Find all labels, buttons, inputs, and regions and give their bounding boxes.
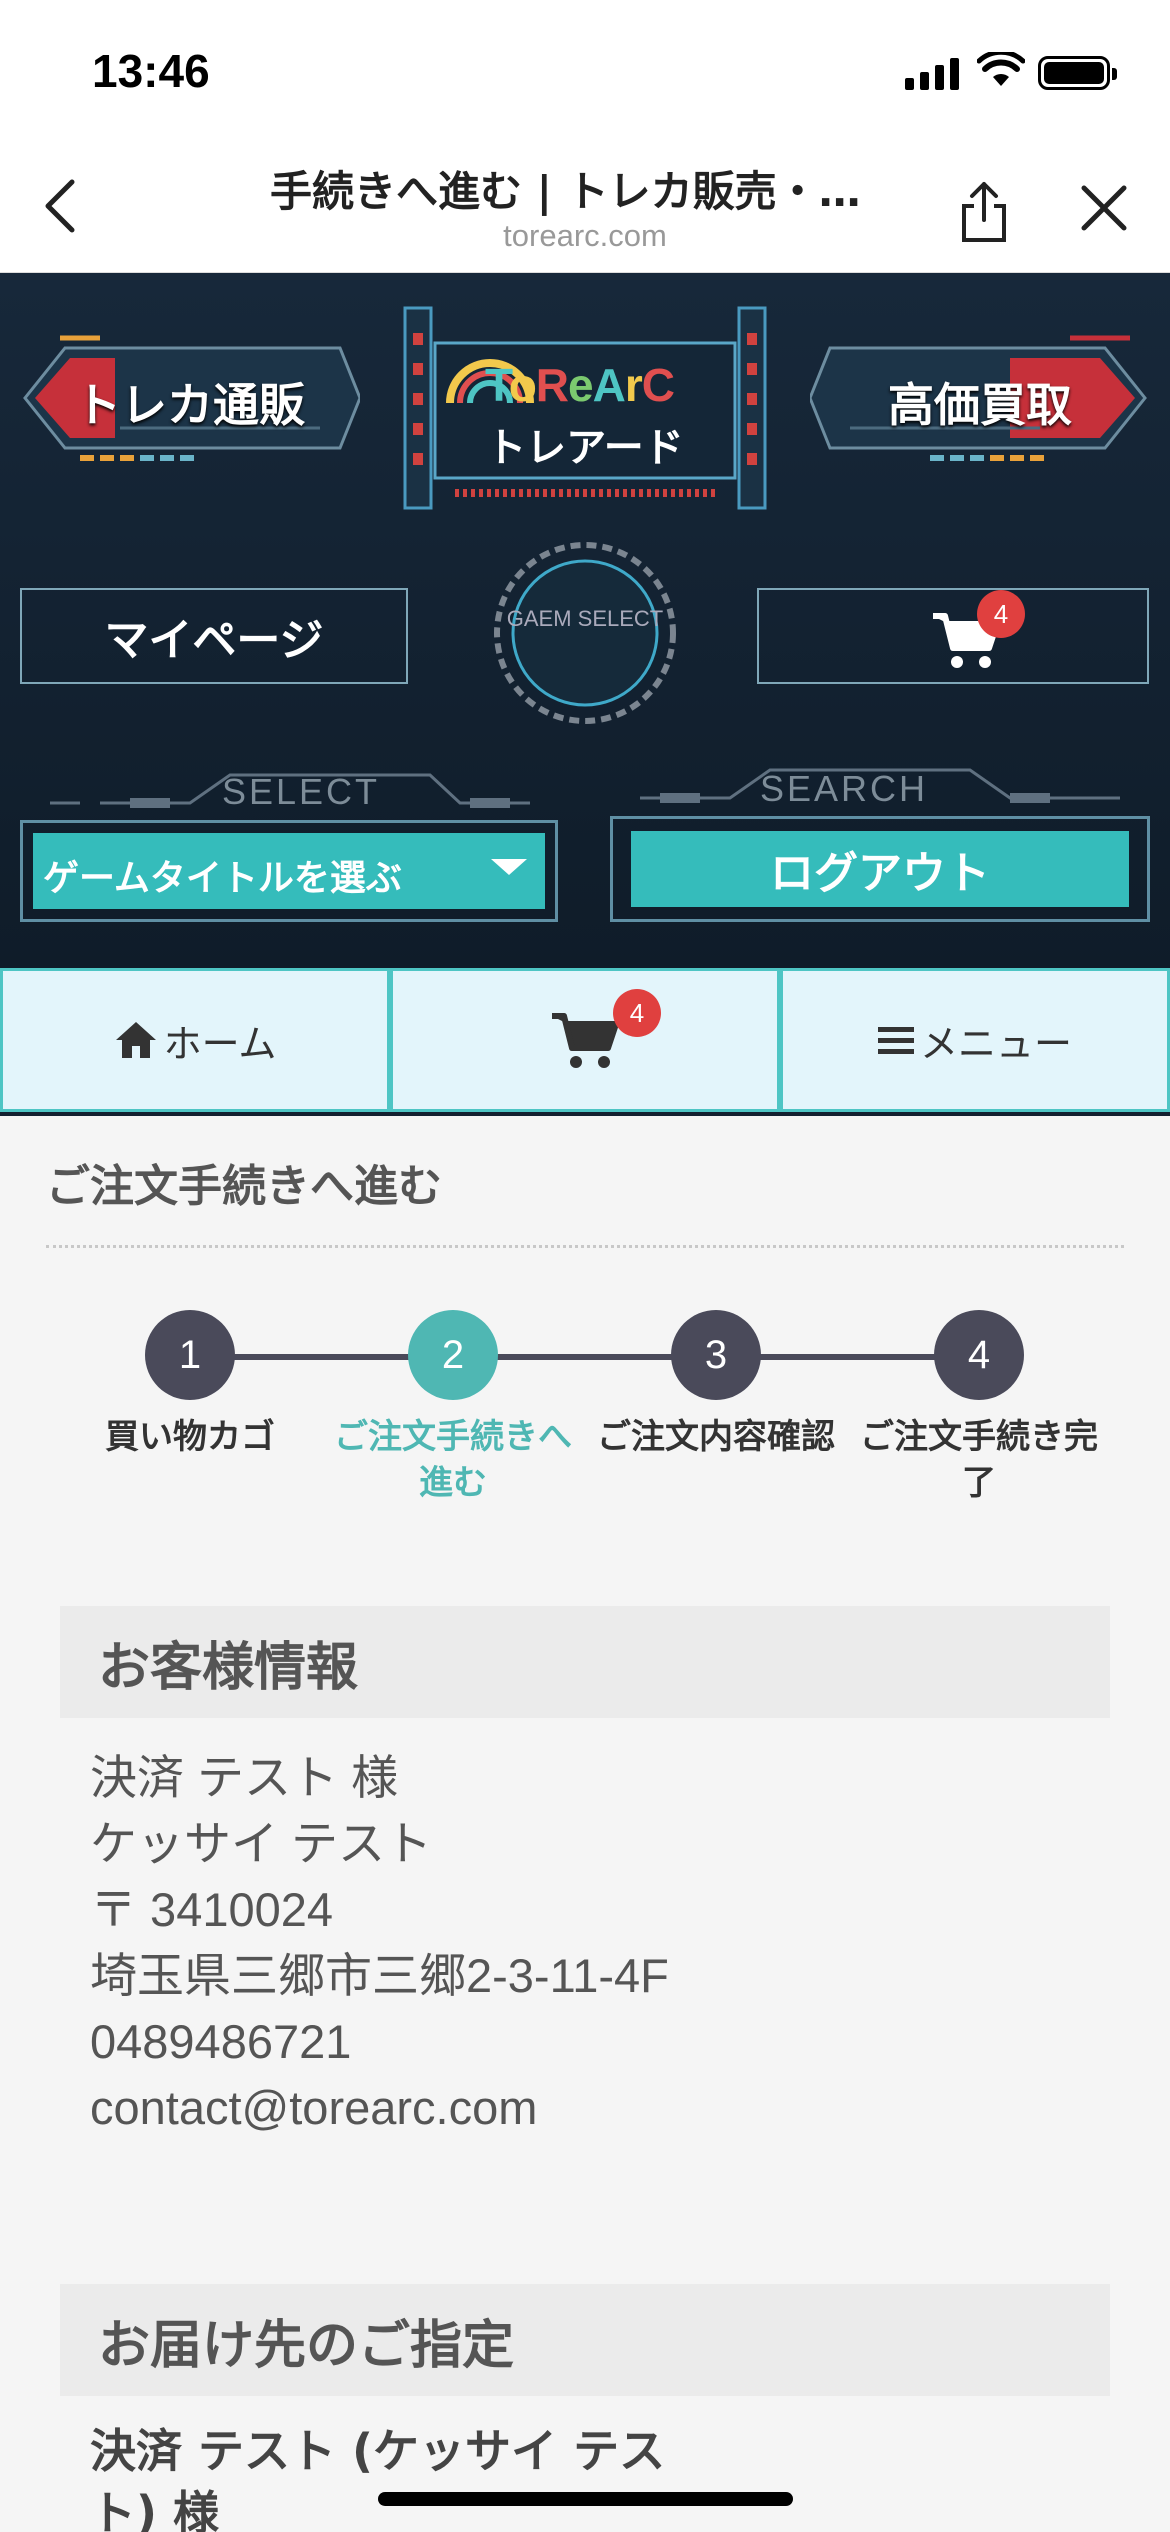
game-select-ring: [494, 542, 676, 724]
step-checkout: 2 ご注文手続きへ進む: [323, 1310, 583, 1506]
logo-subtitle: トレアード: [486, 425, 684, 471]
step-number: 4: [934, 1310, 1024, 1400]
site-logo[interactable]: ToReArC トレアード: [395, 303, 775, 518]
share-icon[interactable]: [958, 180, 1010, 244]
status-bar: 13:46: [0, 0, 1170, 140]
page-title: 手続きへ進む | トレカ販売・…: [270, 167, 861, 216]
status-time: 13:46: [92, 45, 210, 97]
step-complete: 4 ご注文手続き完了: [849, 1310, 1109, 1506]
nav-cart-count-badge: 4: [613, 989, 661, 1037]
browser-bar: 手続きへ進む | トレカ販売・… torearc.com: [0, 140, 1170, 273]
select-deco-label: SELECT: [222, 771, 381, 812]
game-select-label: GAEM SELECT: [506, 606, 664, 631]
customer-info: 決済 テスト 様 ケッサイ テスト 〒 3410024 埼玉県三郷市三郷2-3-…: [90, 1745, 669, 2141]
nav-home[interactable]: ホーム: [0, 968, 390, 1112]
step-label: ご注文手続きへ進む: [334, 1417, 572, 1503]
step-number: 1: [145, 1310, 235, 1400]
chevron-down-icon: [491, 859, 527, 875]
nav-menu-label: メニュー: [919, 1021, 1072, 1066]
home-indicator: [378, 2492, 793, 2506]
buyback-label: 高価買取: [888, 378, 1072, 432]
battery-icon: [1038, 56, 1117, 90]
logout-frame: ログアウト: [610, 816, 1150, 922]
customer-email: contact@torearc.com: [90, 2081, 538, 2134]
game-select-button[interactable]: GAEM SELECT: [490, 538, 680, 728]
tcg-shop-label: トレカ通販: [75, 378, 305, 432]
step-label: ご注文内容確認: [597, 1417, 835, 1457]
buyback-banner[interactable]: 高価買取: [808, 333, 1150, 463]
nav-cart[interactable]: 4: [390, 968, 780, 1112]
nav-home-label: ホーム: [163, 1021, 277, 1066]
cart-count-badge: 4: [977, 590, 1025, 638]
step-number: 2: [408, 1310, 498, 1400]
header-cart-button[interactable]: 4: [757, 588, 1149, 684]
game-title-select-value: ゲームタイトルを選ぶ: [43, 858, 402, 899]
divider: [46, 1245, 1124, 1248]
logo-word: ToReArC: [485, 359, 675, 411]
main-content: ご注文手続きへ進む 1 買い物カゴ 2 ご注文手続きへ進む 3 ご注文内容確認 …: [0, 1130, 1170, 2532]
tcg-shop-banner[interactable]: トレカ通販: [20, 333, 362, 463]
customer-kana: ケッサイ テスト: [90, 1817, 433, 1870]
customer-phone: 0489486721: [90, 2015, 352, 2068]
customer-info-heading: お客様情報: [60, 1606, 1110, 1718]
hamburger-icon: [877, 1027, 914, 1054]
game-title-select-field[interactable]: ゲームタイトルを選ぶ: [33, 833, 545, 909]
step-cart: 1 買い物カゴ: [60, 1310, 320, 1460]
logout-button[interactable]: ログアウト: [631, 831, 1129, 907]
destination-name: 決済 テスト (ケッサイ テスト) 様: [90, 2424, 666, 2532]
search-deco-label: SEARCH: [760, 768, 929, 809]
wifi-icon: [977, 52, 1025, 86]
step-number: 3: [671, 1310, 761, 1400]
customer-zip: 〒 3410024: [90, 1883, 334, 1936]
customer-address: 埼玉県三郷市三郷2-3-11-4F: [90, 1949, 669, 2002]
cart-icon: [552, 1013, 619, 1068]
nav-menu[interactable]: メニュー: [780, 968, 1170, 1112]
signal-icon: [905, 58, 959, 90]
section-title: ご注文手続きへ進む: [46, 1161, 442, 1212]
step-confirm: 3 ご注文内容確認: [586, 1310, 846, 1460]
bottom-nav: ホーム 4 メニュー: [0, 968, 1170, 1116]
customer-name: 決済 テスト 様: [90, 1751, 399, 1804]
site-header: トレカ通販 ToReArC トレアード 高価買取 マイページ GAEM SELE…: [0, 273, 1170, 968]
step-label: 買い物カゴ: [105, 1417, 275, 1457]
game-title-select[interactable]: ゲームタイトルを選ぶ: [20, 820, 558, 922]
order-steps: 1 買い物カゴ 2 ご注文手続きへ進む 3 ご注文内容確認 4 ご注文手続き完了: [0, 1290, 1170, 1530]
destination-heading: お届け先のご指定: [60, 2284, 1110, 2396]
mypage-button[interactable]: マイページ: [20, 588, 408, 684]
home-icon: [115, 1022, 156, 1058]
step-label: ご注文手続き完了: [860, 1417, 1098, 1503]
close-icon[interactable]: [1080, 184, 1128, 232]
